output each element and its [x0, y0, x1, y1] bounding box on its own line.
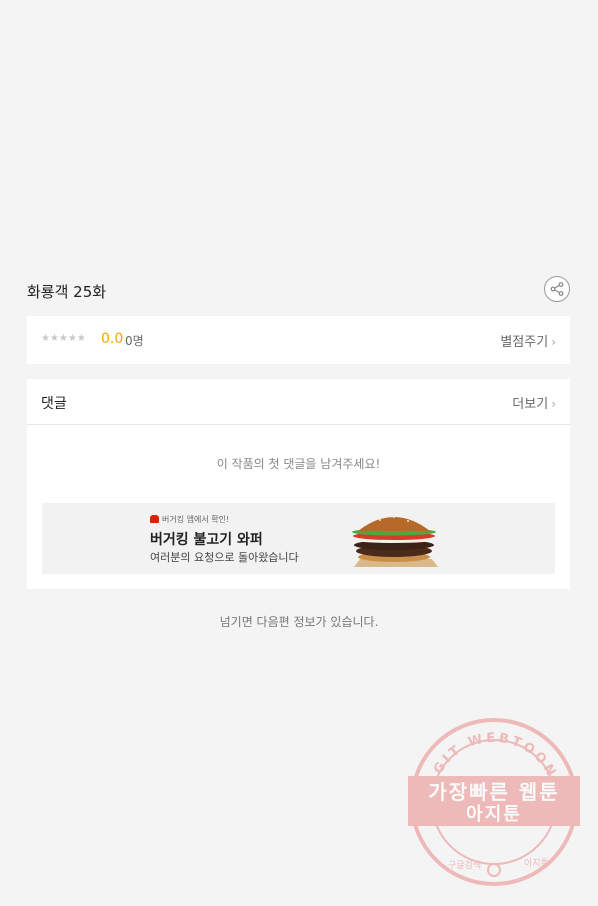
burger-image — [352, 516, 438, 567]
rating-score: 0.0 — [101, 331, 124, 347]
comment-header: 댓글 더보기 › — [27, 379, 570, 425]
comment-section: 댓글 더보기 › 이 작품의 첫 댓글을 남겨주세요! 버거킹 앱에서 확인! 버… — [27, 379, 570, 589]
episode-title: 화룡객 25화 — [27, 283, 107, 301]
chevron-right-icon: › — [551, 397, 556, 411]
star-rating-icons: ★★★★★ — [41, 333, 86, 344]
rating-panel: ★★★★★ 0.0 0명 별점주기 › — [27, 316, 570, 364]
episode-header: 화룡객 25화 — [27, 276, 570, 306]
ad-title: 버거킹 불고기 와퍼 — [150, 532, 263, 548]
share-button[interactable] — [544, 276, 570, 302]
comment-title: 댓글 — [41, 396, 67, 412]
empty-comment-message: 이 작품의 첫 댓글을 남겨주세요! — [216, 457, 381, 471]
share-icon — [550, 282, 564, 296]
next-episode-info: 넘기면 다음편 정보가 있습니다. — [219, 615, 379, 629]
burger-king-logo-icon — [150, 515, 159, 523]
ad-brand: 버거킹 앱에서 확인! — [150, 514, 229, 525]
ad-banner[interactable]: 버거킹 앱에서 확인! 버거킹 불고기 와퍼 여러분의 요청으로 돌아왔습니다 — [42, 503, 555, 574]
svg-text:아지툰: 아지툰 — [524, 858, 549, 869]
watermark-line2: 아지툰 — [466, 804, 522, 825]
chevron-right-icon: › — [551, 335, 556, 349]
rate-button-label: 별점주기 — [500, 335, 549, 350]
svg-text:구글검색: 구글검색 — [448, 859, 481, 871]
rating-count: 0명 — [125, 334, 144, 348]
more-comments-button[interactable]: 더보기 › — [512, 393, 556, 412]
ad-brand-label: 버거킹 앱에서 확인! — [162, 515, 230, 524]
ad-subtitle: 여러분의 요청으로 돌아왔습니다 — [150, 551, 299, 564]
watermark-stamp: AGIT WEBTOON 구글검색 아지툰 가장빠른 웹툰 아지툰 — [408, 716, 580, 888]
more-comments-label: 더보기 — [512, 397, 549, 412]
rate-button[interactable]: 별점주기 › — [500, 331, 556, 350]
